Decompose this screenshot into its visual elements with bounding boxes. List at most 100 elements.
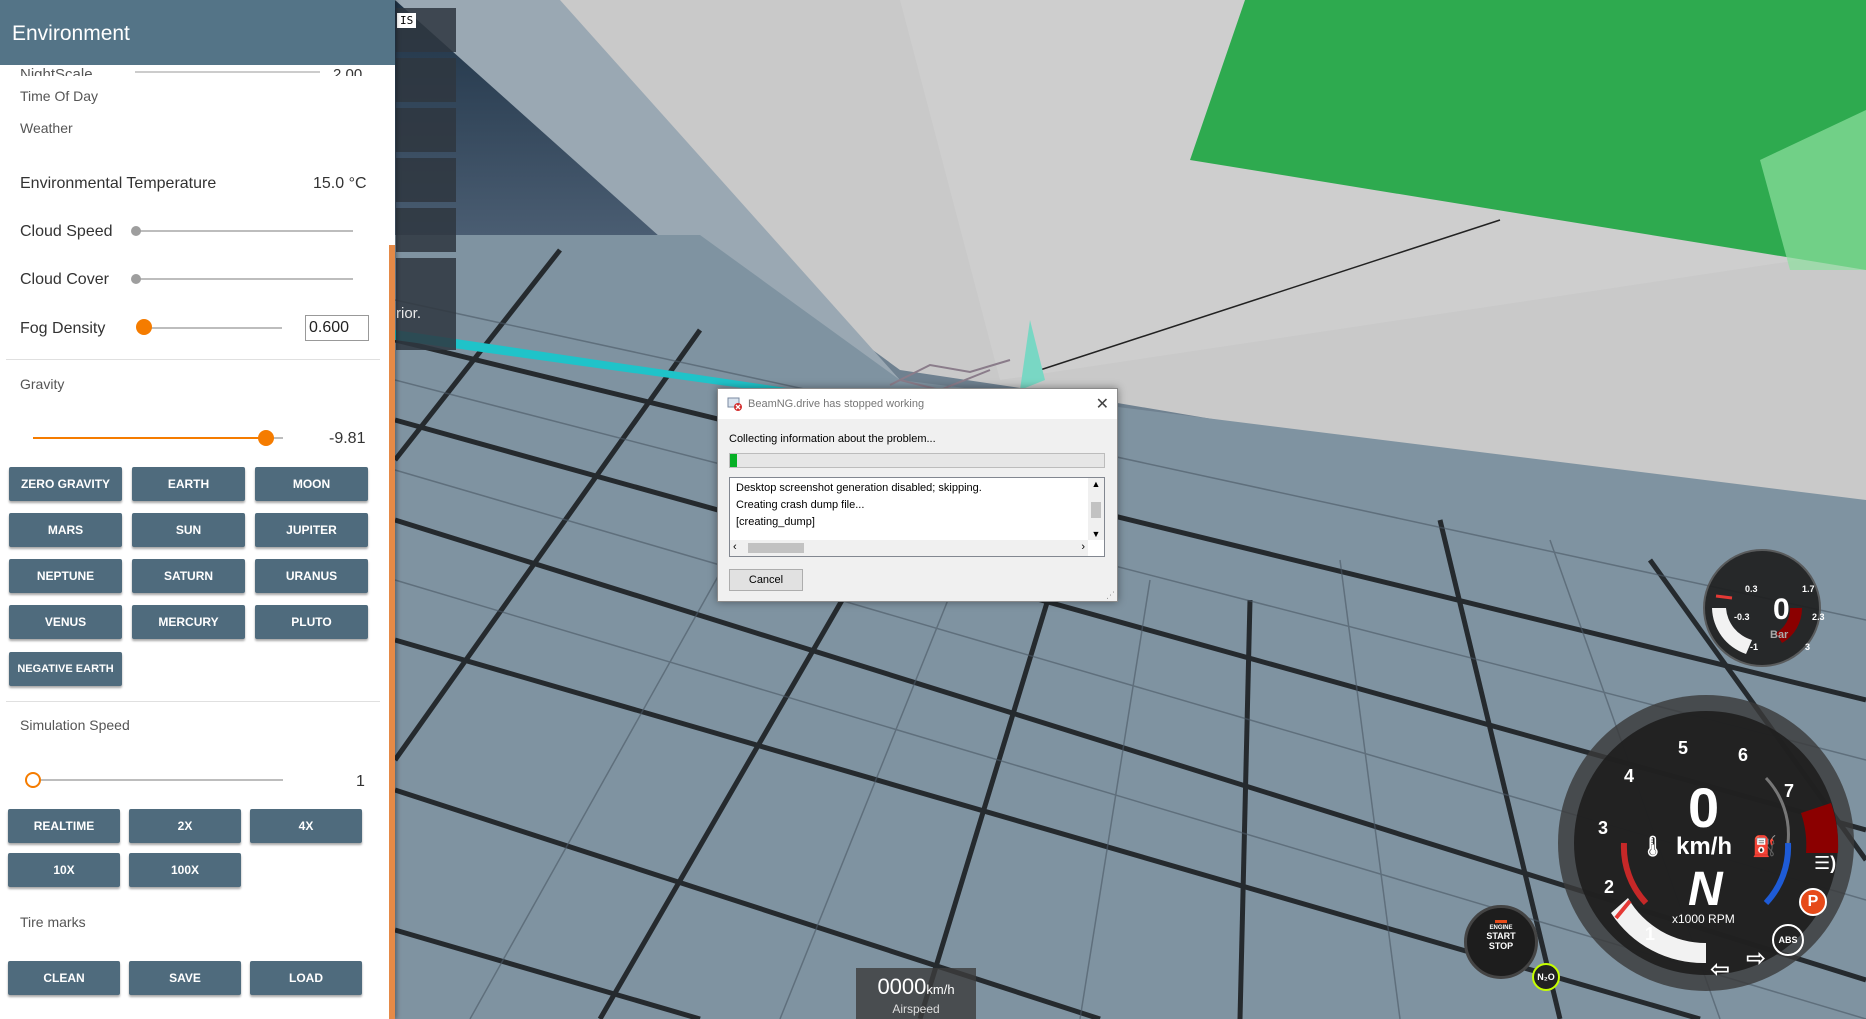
fog-density-knob[interactable] (136, 319, 152, 335)
gravity-mars-button[interactable]: MARS (9, 513, 122, 547)
scene-tag: IS (397, 13, 417, 28)
cloud-speed-slider[interactable] (135, 230, 353, 232)
nightscale-value: 2.00 (333, 66, 363, 76)
gravity-pluto-button[interactable]: PLUTO (255, 605, 368, 639)
resize-grip-icon[interactable]: ⋰ (1106, 590, 1115, 601)
gravity-value: -9.81 (329, 430, 366, 447)
vertical-scrollbar[interactable]: ▲ ▼ (1088, 478, 1104, 540)
headlight-icon: ☰) (1814, 853, 1837, 873)
panel-resize-edge[interactable] (389, 245, 395, 1019)
engine-start-stop-button[interactable]: ENGINE START STOP (1464, 905, 1538, 979)
turbo-tick: -0.3 (1734, 612, 1750, 622)
cancel-button[interactable]: Cancel (729, 569, 803, 591)
scroll-right-icon[interactable]: › (1081, 541, 1085, 553)
right-signal-icon: ⇨ (1746, 945, 1767, 972)
scene-text-fragment: rior. (396, 305, 422, 322)
speed-2x-button[interactable]: 2X (129, 809, 241, 843)
airspeed-display: 0000km/h Airspeed (856, 968, 976, 1019)
gravity-uranus-button[interactable]: URANUS (255, 559, 368, 593)
nightscale-label: NightScale (20, 66, 93, 76)
speed-value: 0 (1688, 776, 1720, 839)
airspeed-label: Airspeed (892, 1002, 940, 1016)
scroll-down-icon[interactable]: ▼ (1088, 528, 1104, 540)
progress-bar (729, 453, 1105, 468)
engine-label: STOP (1488, 941, 1514, 951)
fog-density-label: Fog Density (20, 320, 106, 337)
fog-density-slider[interactable] (144, 327, 282, 329)
temperature-icon: 🌡 (1640, 836, 1666, 858)
speed-10x-button[interactable]: 10X (8, 853, 120, 887)
dialog-title: BeamNG.drive has stopped working (748, 398, 925, 410)
gravity-moon-button[interactable]: MOON (255, 467, 368, 501)
dialog-status: Collecting information about the problem… (729, 433, 936, 445)
time-of-day-label[interactable]: Time Of Day (20, 88, 98, 104)
engine-indicator (1495, 920, 1507, 923)
dialog-titlebar[interactable]: BeamNG.drive has stopped working ✕ (718, 389, 1117, 419)
tire-marks-label: Tire marks (20, 914, 86, 930)
gravity-negative-earth-button[interactable]: NEGATIVE EARTH (9, 652, 122, 686)
crash-dialog: BeamNG.drive has stopped working ✕ Colle… (717, 388, 1118, 602)
log-line: Desktop screenshot generation disabled; … (736, 482, 982, 494)
cloud-speed-knob[interactable] (131, 226, 141, 236)
cloud-speed-label: Cloud Speed (20, 223, 113, 240)
gravity-venus-button[interactable]: VENUS (9, 605, 122, 639)
log-textbox[interactable]: Desktop screenshot generation disabled; … (729, 477, 1105, 557)
gravity-neptune-button[interactable]: NEPTUNE (9, 559, 122, 593)
scroll-left-icon[interactable]: ‹ (733, 541, 737, 553)
speed-unit: km/h (1676, 833, 1733, 860)
turbo-tick: 3 (1805, 642, 1811, 652)
airspeed-unit: km/h (926, 982, 955, 997)
scroll-thumb[interactable] (1091, 502, 1101, 518)
rpm-label: x1000 RPM (1672, 912, 1735, 926)
log-line: [creating_dump] (736, 516, 815, 528)
speed-4x-button[interactable]: 4X (250, 809, 362, 843)
tire-clean-button[interactable]: CLEAN (8, 961, 120, 995)
fuel-icon: ⛽ (1752, 836, 1777, 858)
log-line: Creating crash dump file... (736, 499, 865, 511)
parking-brake-icon: P (1799, 888, 1827, 916)
env-temperature-label: Environmental Temperature (20, 175, 217, 192)
env-temperature-value: 15.0 °C (313, 175, 367, 192)
rpm-tick: 4 (1624, 766, 1635, 786)
gravity-jupiter-button[interactable]: JUPITER (255, 513, 368, 547)
turbo-value: 0 (1773, 593, 1790, 626)
turbo-tick: -1 (1750, 642, 1759, 652)
scroll-up-icon[interactable]: ▲ (1088, 478, 1104, 490)
nightscale-slider[interactable] (135, 71, 320, 73)
speed-100x-button[interactable]: 100X (129, 853, 241, 887)
gravity-zero-button[interactable]: ZERO GRAVITY (9, 467, 122, 501)
close-icon[interactable]: ✕ (1096, 394, 1109, 414)
airspeed-value: 0000 (877, 974, 927, 999)
gravity-sun-button[interactable]: SUN (132, 513, 245, 547)
rpm-tick: 7 (1784, 781, 1795, 801)
tire-save-button[interactable]: SAVE (129, 961, 241, 995)
fog-density-input[interactable]: 0.600 (305, 315, 369, 341)
gravity-saturn-button[interactable]: SATURN (132, 559, 245, 593)
horizontal-scrollbar[interactable]: ‹ › (730, 540, 1088, 556)
rpm-tick: 5 (1678, 738, 1689, 758)
panel-title: Environment (0, 0, 395, 65)
section-divider (6, 359, 380, 360)
gravity-knob[interactable] (258, 430, 274, 446)
engine-label: START (1486, 931, 1516, 941)
simulation-speed-knob[interactable] (25, 772, 41, 788)
speed-realtime-button[interactable]: REALTIME (8, 809, 120, 843)
turbo-gauge (1703, 549, 1821, 667)
weather-label[interactable]: Weather (20, 120, 73, 136)
scroll-thumb[interactable] (748, 543, 804, 553)
simulation-speed-slider[interactable] (33, 779, 283, 781)
abs-icon: ABS (1772, 924, 1804, 956)
rpm-tick: 1 (1645, 924, 1656, 944)
gravity-mercury-button[interactable]: MERCURY (132, 605, 245, 639)
gravity-slider[interactable] (33, 437, 265, 439)
app-icon (727, 397, 742, 411)
simulation-speed-label: Simulation Speed (20, 717, 130, 733)
gravity-earth-button[interactable]: EARTH (132, 467, 245, 501)
cloud-cover-slider[interactable] (135, 278, 353, 280)
tire-load-button[interactable]: LOAD (250, 961, 362, 995)
cloud-cover-label: Cloud Cover (20, 271, 109, 288)
simulation-speed-value: 1 (356, 773, 365, 790)
cloud-cover-knob[interactable] (131, 274, 141, 284)
section-divider (6, 701, 380, 702)
gravity-label: Gravity (20, 376, 65, 392)
